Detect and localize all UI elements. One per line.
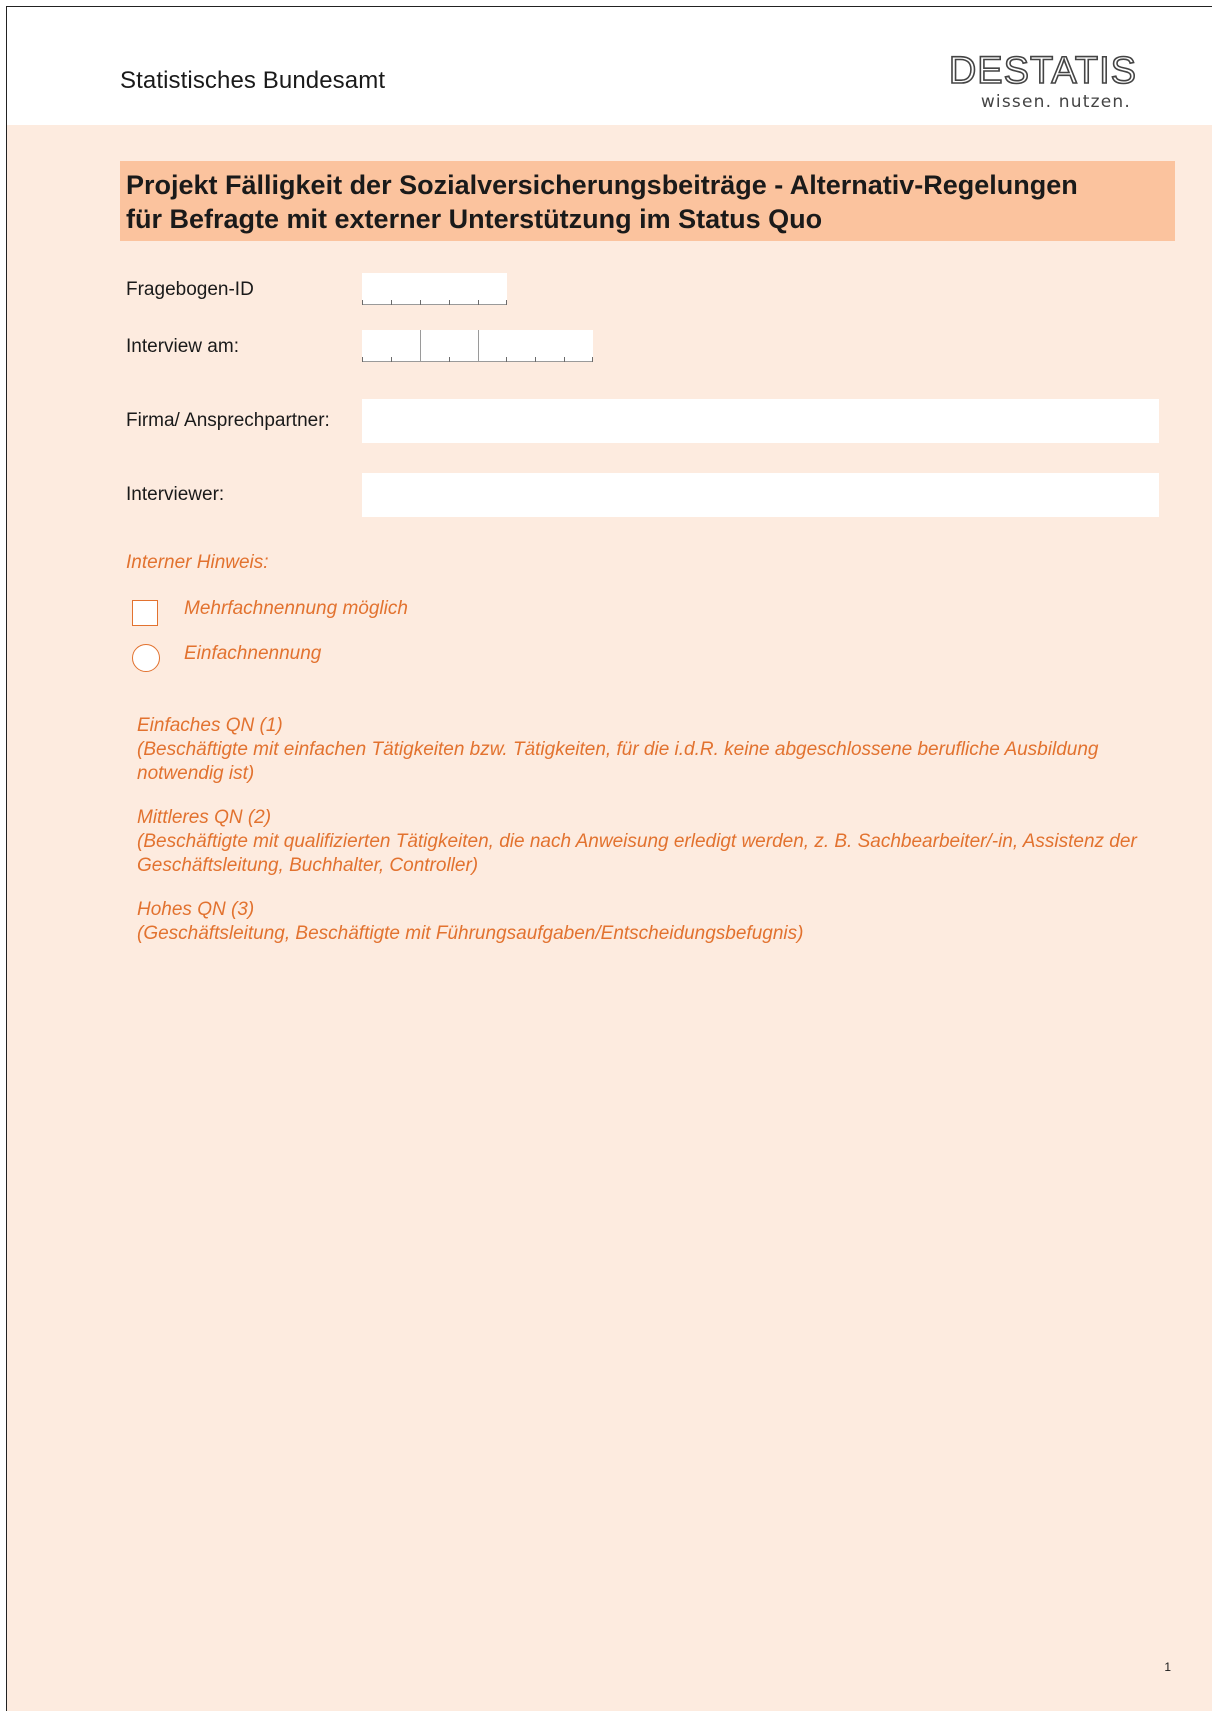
page-number: 1 <box>1164 1660 1171 1674</box>
company-field[interactable] <box>362 399 1159 443</box>
digit-tick <box>420 300 421 305</box>
questionnaire-id-field[interactable] <box>362 273 507 305</box>
form-body: Projekt Fälligkeit der Sozialversicherun… <box>7 125 1212 1711</box>
digit-tick <box>449 357 450 362</box>
digit-tick <box>362 357 363 362</box>
destatis-logo: DESTATIS wissen. nutzen. <box>947 50 1147 113</box>
digit-tick <box>535 357 536 362</box>
title-line-1: Projekt Fälligkeit der Sozialversicherun… <box>126 170 1078 200</box>
logo-wordmark: DESTATIS <box>948 50 1137 92</box>
multiple-answers-label: Mehrfachnennung möglich <box>184 598 408 619</box>
internal-note-title: Interner Hinweis: <box>126 552 269 573</box>
digit-tick <box>506 300 507 305</box>
qualification-description: (Beschäftigte mit qualifizierten Tätigke… <box>137 831 1137 876</box>
qualification-name: Hohes QN (3) <box>137 899 255 920</box>
company-label: Firma/ Ansprechpartner: <box>126 410 330 431</box>
qualification-name: Einfaches QN (1) <box>137 715 283 736</box>
date-separator <box>420 330 421 362</box>
checkbox-legend-icon <box>132 600 158 626</box>
interview-date-field[interactable] <box>362 330 593 362</box>
qualification-description: (Beschäftigte mit einfachen Tätigkeiten … <box>137 739 1099 784</box>
interviewer-label: Interviewer: <box>126 484 225 505</box>
organization-name: Statistisches Bundesamt <box>120 67 386 94</box>
document-page: Statistisches Bundesamt DESTATIS wissen.… <box>6 6 1212 1711</box>
digit-tick <box>449 300 450 305</box>
logo-tagline: wissen. nutzen. <box>980 92 1131 112</box>
qualification-level-1: Einfaches QN (1) (Beschäftigte mit einfa… <box>137 714 1137 786</box>
digit-tick <box>391 357 392 362</box>
digit-tick <box>478 300 479 305</box>
questionnaire-id-label: Fragebogen-ID <box>126 279 254 300</box>
digit-tick <box>362 300 363 305</box>
digit-tick <box>506 357 507 362</box>
document-title: Projekt Fälligkeit der Sozialversicherun… <box>120 161 1175 241</box>
digit-tick <box>564 357 565 362</box>
page-header: Statistisches Bundesamt DESTATIS wissen.… <box>7 7 1212 125</box>
single-answer-label: Einfachnennung <box>184 643 322 664</box>
qualification-level-3: Hohes QN (3) (Geschäftsleitung, Beschäft… <box>137 898 1137 946</box>
digit-tick <box>592 357 593 362</box>
date-separator <box>478 330 479 362</box>
qualification-description: (Geschäftsleitung, Beschäftigte mit Führ… <box>137 923 804 944</box>
qualification-level-2: Mittleres QN (2) (Beschäftigte mit quali… <box>137 806 1137 878</box>
interviewer-field[interactable] <box>362 473 1159 517</box>
interview-date-label: Interview am: <box>126 336 239 357</box>
title-line-2: für Befragte mit externer Unterstützung … <box>126 204 823 234</box>
radio-legend-icon <box>132 644 160 672</box>
field-baseline <box>362 304 507 305</box>
digit-tick <box>391 300 392 305</box>
qualification-name: Mittleres QN (2) <box>137 807 272 828</box>
